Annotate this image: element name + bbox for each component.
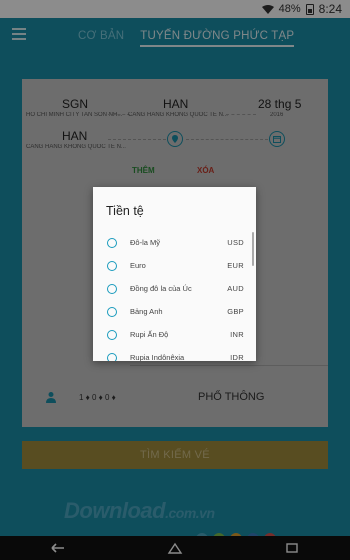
currency-option-idr[interactable]: Rupia Indônêxia IDR	[93, 346, 256, 361]
currency-name: Đồng đô la của Úc	[130, 284, 192, 293]
currency-code: EUR	[227, 261, 244, 270]
radio-button[interactable]	[107, 283, 117, 294]
currency-option-aud[interactable]: Đồng đô la của Úc AUD	[93, 277, 256, 300]
radio-button[interactable]	[107, 329, 117, 340]
currency-name: Euro	[130, 261, 146, 270]
radio-button[interactable]	[107, 260, 117, 271]
radio-button[interactable]	[107, 352, 117, 361]
currency-code: INR	[230, 330, 244, 339]
currency-code: AUD	[227, 284, 244, 293]
currency-name: Rupia Indônêxia	[130, 353, 185, 361]
radio-button[interactable]	[107, 237, 117, 248]
currency-name: Rupi Ấn Độ	[130, 330, 169, 339]
dialog-title: Tiền tệ	[106, 204, 144, 218]
currency-code: GBP	[227, 307, 244, 316]
currency-code: IDR	[230, 353, 244, 361]
currency-option-inr[interactable]: Rupi Ấn Độ INR	[93, 323, 256, 346]
currency-option-eur[interactable]: Euro EUR	[93, 254, 256, 277]
currency-option-gbp[interactable]: Bảng Anh GBP	[93, 300, 256, 323]
radio-button[interactable]	[107, 306, 117, 317]
currency-option-usd[interactable]: Đô-la Mỹ USD	[93, 231, 256, 254]
currency-name: Đô-la Mỹ	[130, 238, 161, 247]
currency-name: Bảng Anh	[130, 307, 163, 316]
currency-code: USD	[227, 238, 244, 247]
currency-dialog: Tiền tệ Đô-la Mỹ USD Euro EUR Đồng đô la…	[93, 187, 256, 361]
currency-list: Đô-la Mỹ USD Euro EUR Đồng đô la của Úc …	[93, 231, 256, 361]
